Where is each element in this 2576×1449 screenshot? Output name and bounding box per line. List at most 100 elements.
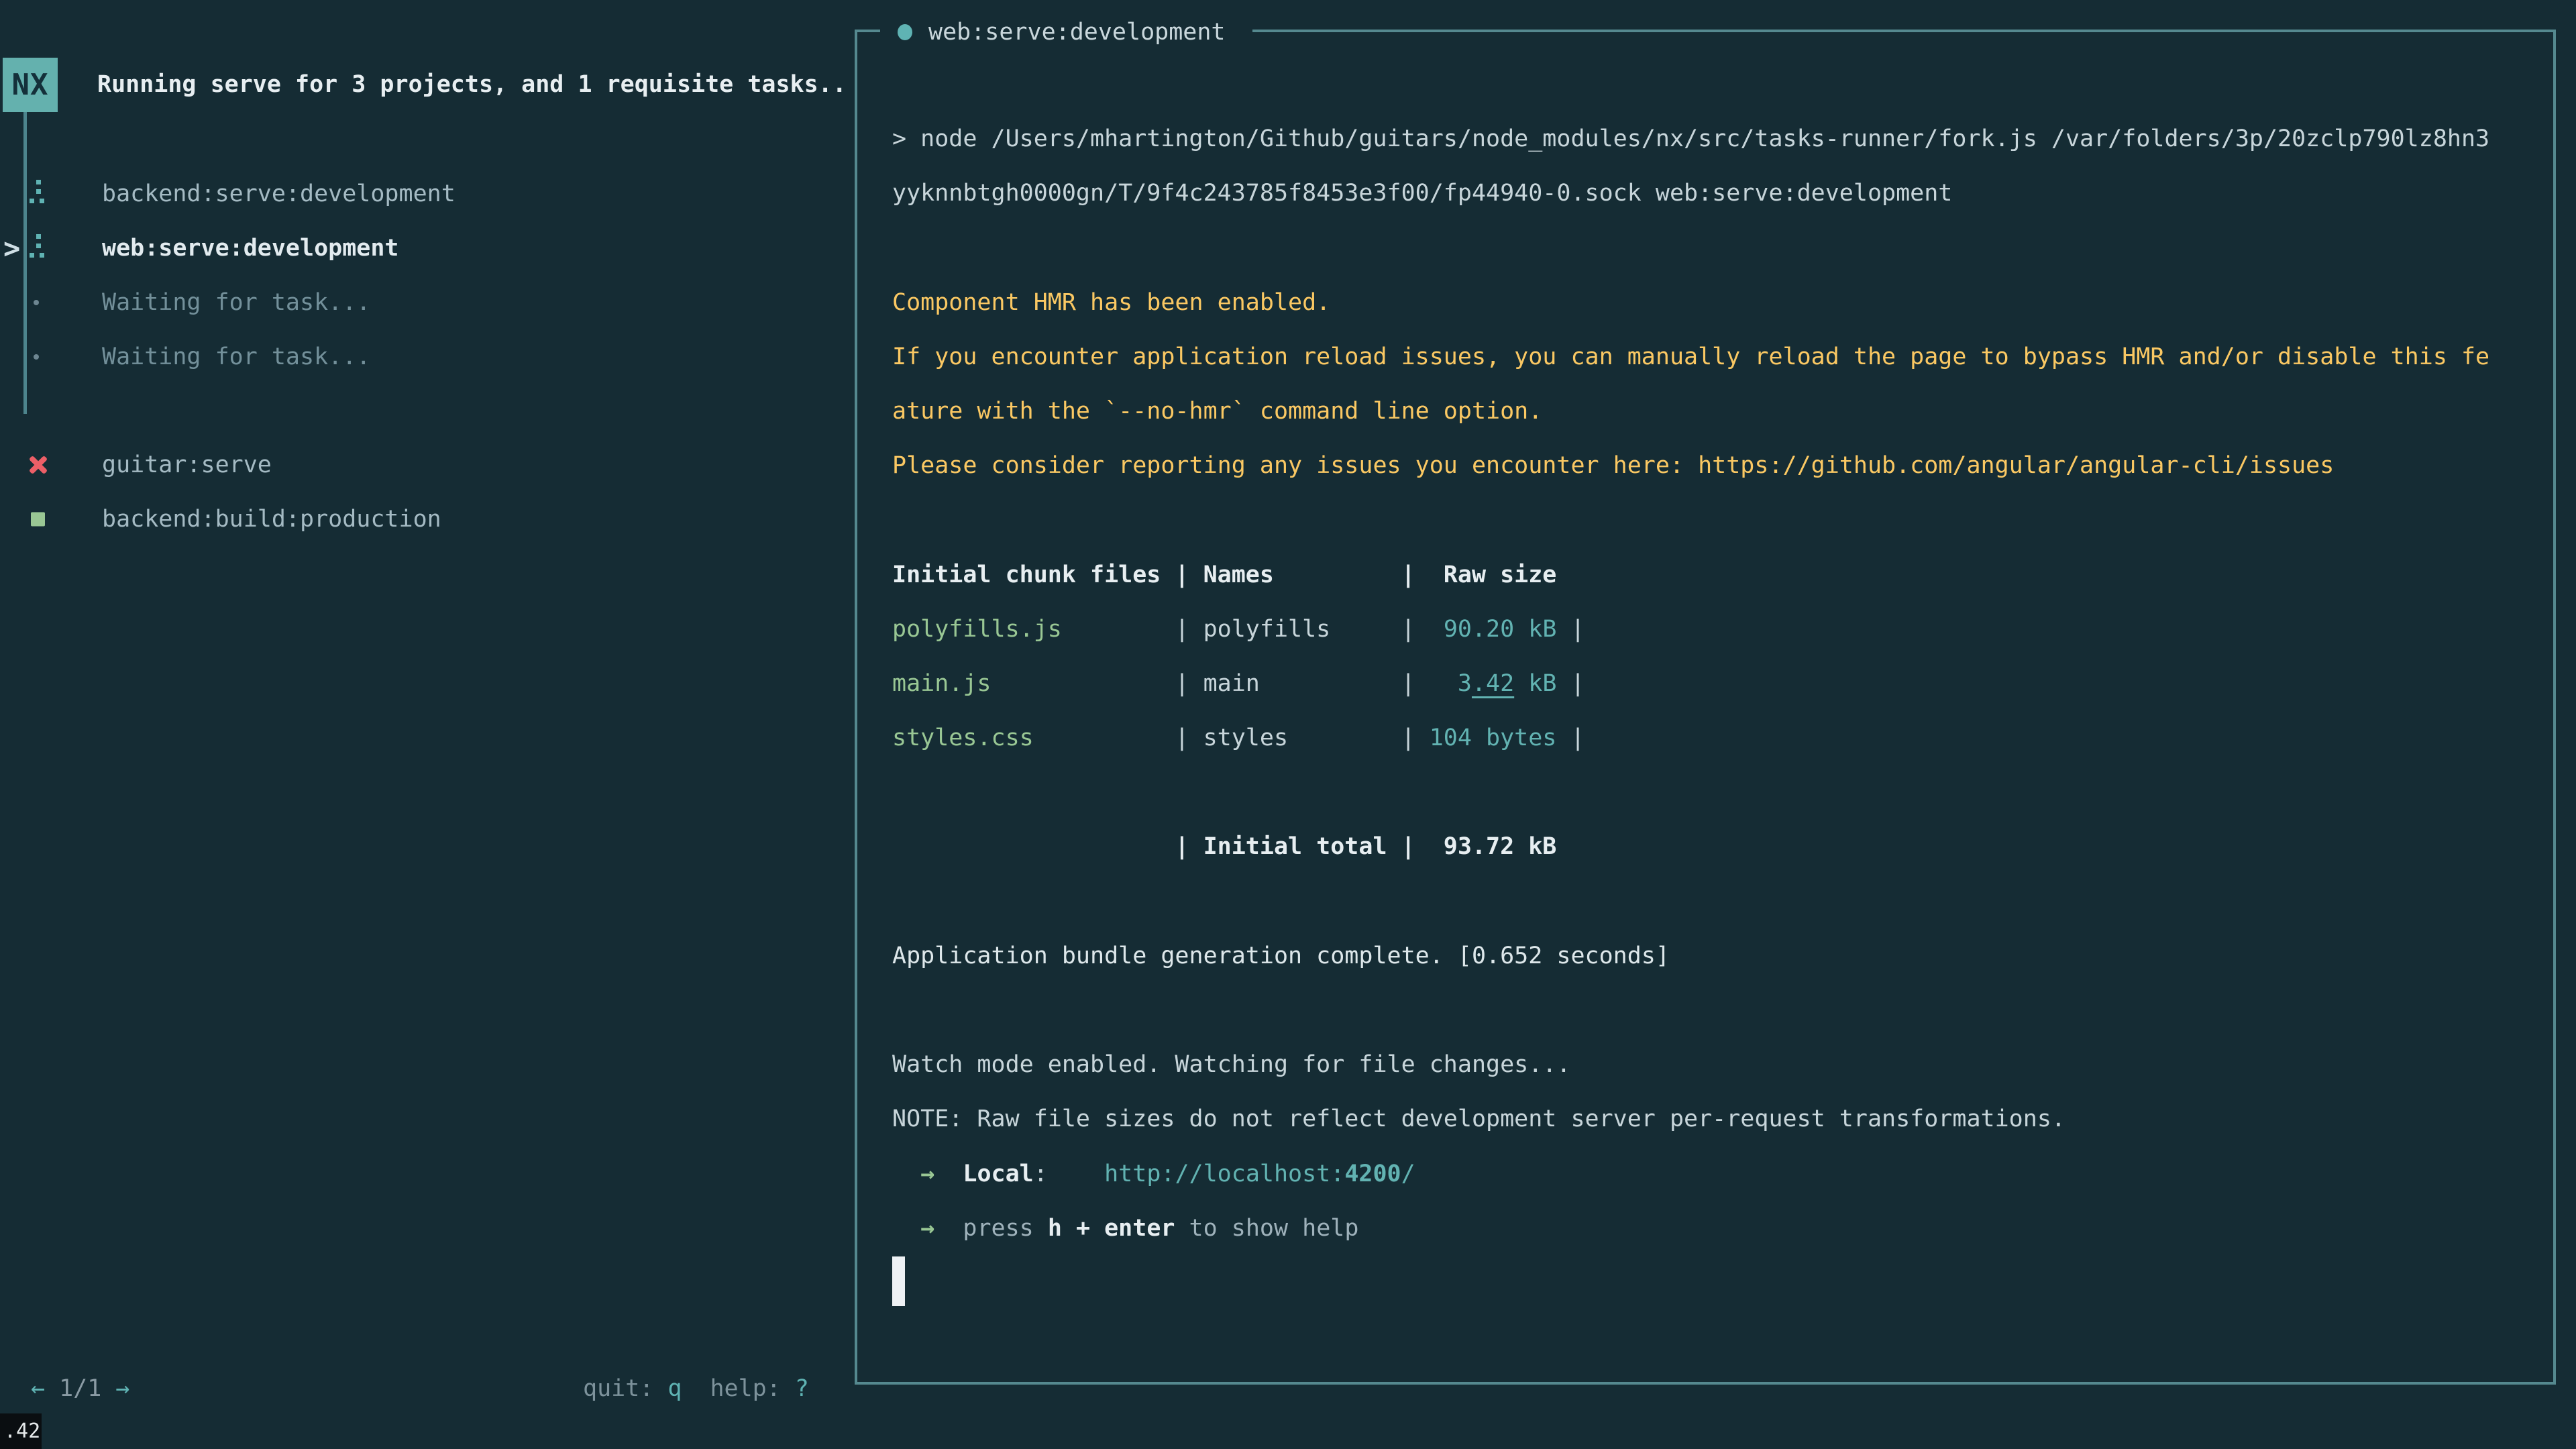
terminal-text bbox=[934, 1215, 963, 1242]
terminal-line bbox=[892, 875, 2529, 929]
running-status-dot-icon bbox=[898, 24, 912, 40]
arrow-icon: → bbox=[920, 1215, 934, 1242]
panel-title: web:serve:development bbox=[880, 17, 1252, 48]
terminal-line: Please consider reporting any issues you… bbox=[892, 439, 2529, 493]
screen-corner-overlay: .42 bbox=[0, 1413, 42, 1449]
terminal-text: > node /Users/mhartington/Github/guitars… bbox=[892, 125, 2489, 152]
terminal-line: If you encounter application reload issu… bbox=[892, 330, 2529, 384]
quit-key: q bbox=[667, 1375, 682, 1402]
task-row[interactable]: backend:build:production bbox=[0, 492, 852, 546]
selected-pointer-icon: > bbox=[3, 231, 20, 264]
terminal-line: → Local: http://localhost:4200/ bbox=[892, 1147, 2529, 1201]
task-label: Waiting for task... bbox=[102, 343, 370, 370]
arrow-icon: → bbox=[920, 1161, 934, 1187]
terminal-text bbox=[892, 1215, 920, 1242]
keyboard-hints: quit: q help:? bbox=[583, 1374, 809, 1403]
task-output-panel: web:serve:development > node /Users/mhar… bbox=[855, 30, 2556, 1385]
terminal-text: 90.20 kB bbox=[1444, 616, 1557, 643]
terminal-text: kB bbox=[1514, 670, 1556, 697]
terminal-text: .42 bbox=[1472, 670, 1514, 697]
terminal-line: NOTE: Raw file sizes do not reflect deve… bbox=[892, 1092, 2529, 1146]
nx-logo: NX bbox=[3, 58, 58, 112]
pager-position: 1/1 bbox=[59, 1375, 101, 1402]
terminal-text: press bbox=[963, 1215, 1047, 1242]
success-square-icon bbox=[31, 512, 45, 526]
terminal-line bbox=[892, 493, 2529, 547]
localhost-link[interactable]: / bbox=[1401, 1161, 1415, 1187]
terminal-text: | main | bbox=[991, 670, 1458, 697]
terminal-text: styles.css bbox=[892, 724, 1034, 751]
task-pager: ← 1/1 → bbox=[31, 1374, 129, 1403]
task-group-finished: guitar:serve backend:build:production bbox=[0, 437, 852, 546]
terminal-line: polyfills.js | polyfills | 90.20 kB | bbox=[892, 602, 2529, 657]
help-hint-label: help: bbox=[710, 1375, 780, 1402]
terminal-text: 3 bbox=[1458, 670, 1472, 697]
terminal-text: NOTE: Raw file sizes do not reflect deve… bbox=[892, 1106, 2065, 1132]
terminal-text: ature with the `--no-hmr` command line o… bbox=[892, 398, 1542, 425]
terminal-line: styles.css | styles | 104 bytes | bbox=[892, 711, 2529, 765]
spinner-icon bbox=[30, 179, 46, 209]
terminal-text: | bbox=[1556, 724, 1585, 751]
task-label: backend:serve:development bbox=[102, 180, 455, 207]
terminal-text: 104 bytes bbox=[1430, 724, 1557, 751]
help-key: ? bbox=[795, 1375, 809, 1402]
terminal-text bbox=[934, 1161, 963, 1187]
terminal-text: | polyfills | bbox=[1062, 616, 1444, 643]
nx-terminal-screen: NX Running serve for 3 projects, and 1 r… bbox=[0, 0, 2576, 1449]
terminal-line bbox=[892, 1256, 2529, 1310]
terminal-text: | Initial total | 93.72 kB bbox=[892, 833, 1556, 860]
task-row[interactable]: backend:serve:development bbox=[0, 166, 852, 221]
task-row[interactable]: Waiting for task... bbox=[0, 329, 852, 384]
terminal-line: Initial chunk files | Names | Raw size bbox=[892, 548, 2529, 602]
task-group-running: backend:serve:development > web:serve:deve… bbox=[0, 166, 852, 384]
terminal-line: → press h + enter to show help bbox=[892, 1201, 2529, 1256]
task-row[interactable]: Waiting for task... bbox=[0, 275, 852, 329]
task-label: backend:build:production bbox=[102, 506, 441, 533]
terminal-cursor bbox=[892, 1256, 905, 1306]
terminal-text: to show help bbox=[1175, 1215, 1358, 1242]
terminal-line: > node /Users/mhartington/Github/guitars… bbox=[892, 112, 2529, 166]
quit-hint-label: quit: bbox=[583, 1375, 653, 1402]
terminal-line: | Initial total | 93.72 kB bbox=[892, 820, 2529, 874]
failed-cross-icon bbox=[28, 455, 48, 475]
terminal-line: Component HMR has been enabled. bbox=[892, 276, 2529, 330]
terminal-text: Watch mode enabled. Watching for file ch… bbox=[892, 1051, 1570, 1078]
terminal-text: h + enter bbox=[1048, 1215, 1175, 1242]
pager-next-arrow-icon[interactable]: → bbox=[115, 1375, 129, 1402]
terminal-text: Application bundle generation complete. … bbox=[892, 943, 1670, 969]
terminal-text: If you encounter application reload issu… bbox=[892, 343, 2489, 370]
terminal-text: Please consider reporting any issues you… bbox=[892, 452, 2334, 479]
waiting-dot-icon bbox=[34, 300, 39, 305]
run-summary-title: Running serve for 3 projects, and 1 requ… bbox=[97, 58, 847, 112]
pager-prev-arrow-icon[interactable]: ← bbox=[31, 1375, 45, 1402]
task-row[interactable]: guitar:serve bbox=[0, 437, 852, 492]
task-label: web:serve:development bbox=[102, 235, 399, 262]
terminal-text: yyknnbtgh0000gn/T/9f4c243785f8453e3f00/f… bbox=[892, 180, 1952, 207]
terminal-text: Component HMR has been enabled. bbox=[892, 289, 1330, 316]
terminal-line bbox=[892, 983, 2529, 1038]
spinner-icon bbox=[30, 233, 46, 263]
task-row[interactable]: > web:serve:development bbox=[0, 221, 852, 275]
terminal-text: : bbox=[1034, 1161, 1104, 1187]
terminal-line bbox=[892, 221, 2529, 275]
terminal-line: main.js | main | 3.42 kB | bbox=[892, 657, 2529, 711]
task-label: guitar:serve bbox=[102, 451, 272, 478]
terminal-text: | bbox=[1556, 616, 1585, 643]
terminal-text: polyfills.js bbox=[892, 616, 1062, 643]
localhost-link[interactable]: 4200 bbox=[1344, 1161, 1401, 1187]
panel-title-text: web:serve:development bbox=[928, 19, 1226, 46]
terminal-text: Initial chunk files | Names | Raw size bbox=[892, 561, 1556, 588]
terminal-output: > node /Users/mhartington/Github/guitars… bbox=[892, 112, 2529, 1310]
terminal-text bbox=[892, 1161, 920, 1187]
localhost-link[interactable]: http://localhost: bbox=[1104, 1161, 1344, 1187]
terminal-text: main.js bbox=[892, 670, 991, 697]
waiting-dot-icon bbox=[34, 354, 39, 360]
terminal-text: | bbox=[1556, 670, 1585, 697]
terminal-line bbox=[892, 765, 2529, 820]
terminal-text: | styles | bbox=[1034, 724, 1430, 751]
terminal-line: ature with the `--no-hmr` command line o… bbox=[892, 384, 2529, 439]
terminal-line: Watch mode enabled. Watching for file ch… bbox=[892, 1038, 2529, 1092]
terminal-line: yyknnbtgh0000gn/T/9f4c243785f8453e3f00/f… bbox=[892, 166, 2529, 221]
task-label: Waiting for task... bbox=[102, 289, 370, 316]
terminal-text: Local bbox=[963, 1161, 1033, 1187]
